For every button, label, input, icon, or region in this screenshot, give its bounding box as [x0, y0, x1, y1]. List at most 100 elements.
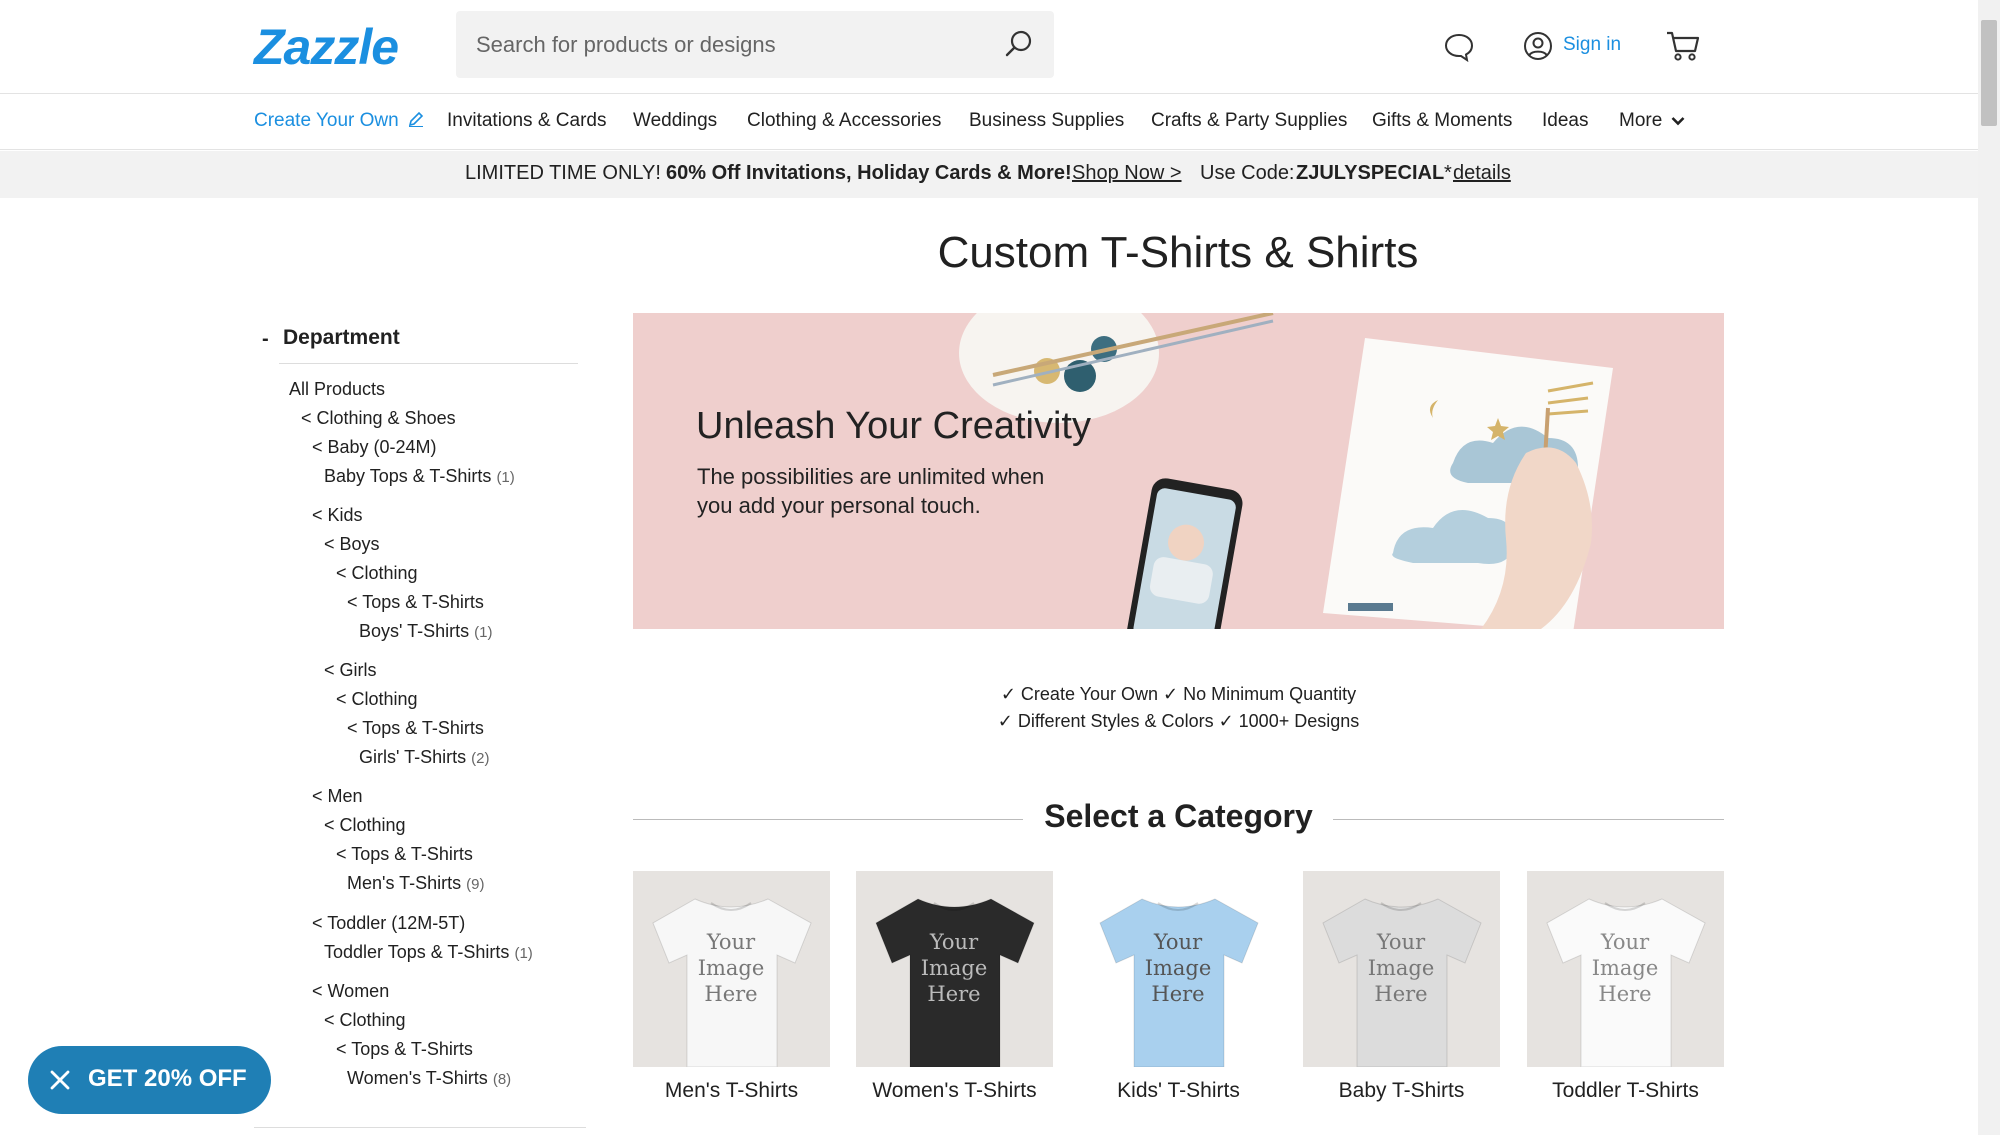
sidebar-item-label: Toddler Tops & T-Shirts [324, 942, 510, 962]
category-tile[interactable]: Your Image Here Toddler T-Shirts [1527, 871, 1724, 1103]
sidebar-item[interactable]: < Tops & T-Shirts [347, 592, 484, 613]
sidebar-item[interactable]: Men's T-Shirts (9) [347, 873, 485, 894]
zazzle-logo[interactable]: Zazzle [254, 18, 399, 76]
sidebar-item[interactable]: Baby Tops & T-Shirts (1) [324, 466, 515, 487]
scrollbar-thumb[interactable] [1981, 20, 1997, 126]
page-scrollbar[interactable] [1978, 0, 2000, 1135]
sidebar-item-label: All Products [289, 379, 386, 399]
nav-item-label: Create Your Own [254, 110, 399, 131]
details-link[interactable]: details [1453, 162, 1511, 185]
nav-more[interactable]: More [1619, 110, 1685, 132]
category-label: Men's T-Shirts [664, 1079, 799, 1102]
sidebar-item[interactable]: < Clothing & Shoes [301, 408, 456, 429]
sidebar-item-label: < Men [312, 786, 363, 806]
sidebar-item-label: < Tops & T-Shirts [347, 592, 484, 612]
category-label: Women's T-Shirts [872, 1079, 1037, 1102]
sidebar-item[interactable]: < Women [312, 981, 389, 1002]
hero-banner[interactable]: Unleash Your Creativity The possibilitie… [633, 313, 1724, 629]
sidebar-item-label: < Tops & T-Shirts [336, 844, 473, 864]
department-heading[interactable]: Department [283, 326, 400, 350]
sidebar-item[interactable]: Girls' T-Shirts (2) [359, 747, 489, 768]
sidebar-item[interactable]: All Products [289, 379, 385, 400]
nav-gifts-moments[interactable]: Gifts & Moments [1372, 110, 1512, 132]
category-heading: Select a Category [1044, 798, 1313, 834]
sidebar-item[interactable]: < Baby (0-24M) [312, 437, 437, 458]
pencil-icon [408, 111, 424, 127]
print-text: Image [1592, 956, 1659, 980]
sidebar-item-label: Men's T-Shirts [347, 873, 462, 893]
sidebar-item[interactable]: < Men [312, 786, 363, 807]
nav-weddings[interactable]: Weddings [633, 110, 717, 132]
site-header: Zazzle Sign in [0, 0, 1978, 94]
print-text: Image [1368, 956, 1435, 980]
tshirt-image: YourImageHere [856, 871, 1053, 1067]
collapse-toggle[interactable]: - [262, 328, 269, 351]
print-text: Here [704, 982, 757, 1006]
tshirt-image: YourImageHere [1527, 871, 1724, 1067]
sidebar-item[interactable]: < Toddler (12M-5T) [312, 913, 465, 934]
sidebar-item-count: (1) [496, 469, 515, 486]
promo-lead: LIMITED TIME ONLY! [465, 162, 661, 184]
chevron-down-icon [1671, 117, 1684, 126]
print-text: Here [1598, 982, 1651, 1006]
print-text: Here [927, 982, 980, 1006]
nav-clothing-accessories[interactable]: Clothing & Accessories [747, 110, 941, 132]
search-input[interactable] [476, 11, 996, 78]
category-image: Your Image Here [633, 871, 830, 1067]
close-icon[interactable] [48, 1068, 72, 1092]
sidebar-item-label: < Clothing & Shoes [301, 408, 456, 428]
hero-subtext: The possibilities are unlimited when [697, 464, 1045, 489]
print-text: Your [706, 930, 756, 954]
tshirt-image: YourImageHere [1080, 871, 1277, 1067]
sidebar-item-label: < Kids [312, 505, 363, 525]
nav-invitations-cards[interactable]: Invitations & Cards [447, 110, 606, 132]
sidebar-item-label: Women's T-Shirts [347, 1068, 488, 1088]
print-text: Image [698, 956, 765, 980]
sidebar-item[interactable]: < Girls [324, 660, 377, 681]
sidebar-item-label: < Baby (0-24M) [312, 437, 437, 457]
sidebar-item[interactable]: < Tops & T-Shirts [347, 718, 484, 739]
nav-item-label: More [1619, 110, 1663, 131]
sidebar-item[interactable]: Toddler Tops & T-Shirts (1) [324, 942, 533, 963]
divider [254, 1127, 586, 1128]
sidebar-item[interactable]: < Boys [324, 534, 380, 555]
sidebar-item[interactable]: Women's T-Shirts (8) [347, 1068, 511, 1089]
nav-crafts-party-supplies[interactable]: Crafts & Party Supplies [1151, 110, 1347, 132]
chat-icon[interactable] [1443, 32, 1475, 62]
promo-banner: LIMITED TIME ONLY! 60% Off Invitations, … [0, 151, 1978, 198]
shop-now-link[interactable]: Shop Now > [1072, 162, 1182, 185]
sidebar-item-label: < Clothing [324, 1010, 406, 1030]
category-image: Your Image Here [856, 871, 1053, 1067]
sidebar-item[interactable]: < Kids [312, 505, 363, 526]
sidebar-item[interactable]: < Tops & T-Shirts [336, 844, 473, 865]
promo-code: ZJULYSPECIAL [1296, 162, 1445, 184]
sidebar-item[interactable]: < Tops & T-Shirts [336, 1039, 473, 1060]
category-tile[interactable]: Your Image Here Women's T-Shirts [856, 871, 1053, 1103]
sidebar-item[interactable]: Boys' T-Shirts (1) [359, 621, 493, 642]
nav-business-supplies[interactable]: Business Supplies [969, 110, 1124, 132]
sidebar-item-label: Baby Tops & T-Shirts [324, 466, 492, 486]
sidebar-item-label: < Tops & T-Shirts [347, 718, 484, 738]
sign-in-link[interactable]: Sign in [1563, 34, 1621, 56]
sidebar-item[interactable]: < Clothing [324, 1010, 406, 1031]
category-tile[interactable]: Your Image Here Men's T-Shirts [633, 871, 830, 1103]
category-tile[interactable]: Your Image Here Kids' T-Shirts [1080, 871, 1277, 1103]
search-icon[interactable] [1004, 29, 1034, 59]
print-text: Image [1145, 956, 1212, 980]
offer-badge[interactable]: GET 20% OFF [28, 1046, 271, 1114]
cart-icon[interactable] [1665, 29, 1701, 63]
print-text: Image [921, 956, 988, 980]
hero-headline: Unleash Your Creativity [696, 405, 1091, 447]
sidebar-item-label: < Clothing [336, 689, 418, 709]
sidebar-item-count: (9) [466, 876, 485, 893]
user-icon[interactable] [1523, 31, 1553, 61]
sidebar-item[interactable]: < Clothing [324, 815, 406, 836]
sidebar-item[interactable]: < Clothing [336, 563, 418, 584]
promo-code-label: Use Code: [1200, 162, 1295, 184]
sidebar-item-label: < Women [312, 981, 390, 1001]
category-tile[interactable]: Your Image Here Baby T-Shirts [1303, 871, 1500, 1103]
nav-ideas[interactable]: Ideas [1542, 110, 1588, 132]
hero-subtext: you add your personal touch. [697, 493, 981, 518]
nav-create-your-own[interactable]: Create Your Own [254, 110, 424, 132]
sidebar-item[interactable]: < Clothing [336, 689, 418, 710]
